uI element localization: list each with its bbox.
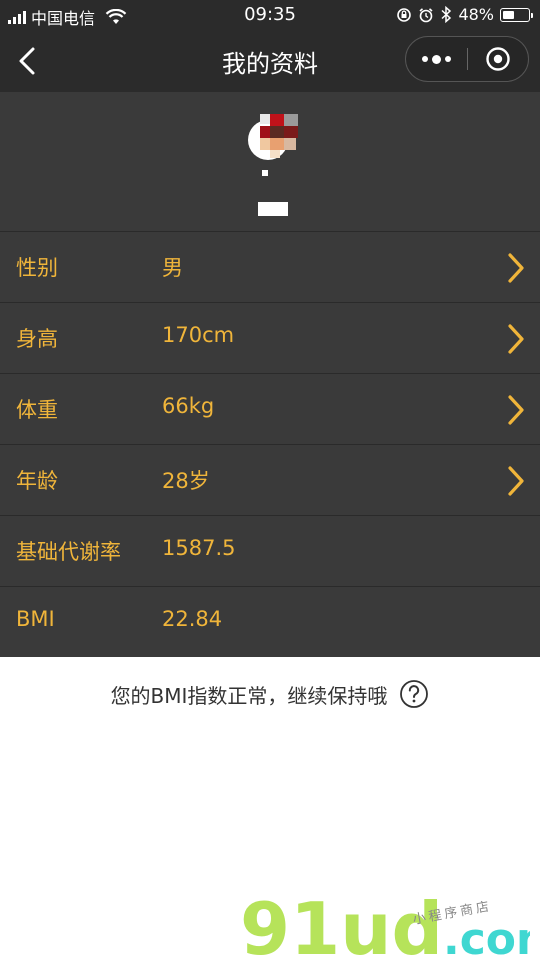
row-value: 66kg [162,394,215,418]
row-label: BMI [16,607,55,631]
back-button[interactable] [14,46,42,76]
profile-panel: 性别 男身高 170cm 体重 66kg 年龄 28岁基础代谢率 1587.5 BMI 22.84 [0,92,540,657]
profile-row[interactable]: 体重 66kg [0,374,540,445]
row-value: 1587.5 [162,536,236,560]
nav-bar: 我的资料 [0,30,540,92]
chevron-right-icon[interactable] [506,394,526,426]
row-label: 年龄 [16,469,58,493]
avatar-dot [262,170,268,176]
profile-header [0,92,540,232]
mini-program-capsule [405,36,529,82]
profile-row[interactable]: 年龄 28岁 [0,445,540,516]
row-label: 体重 [16,398,58,422]
profile-row: 基础代谢率 1587.5 [0,516,540,587]
rotation-lock-icon [397,7,412,22]
chevron-right-icon[interactable] [506,323,526,355]
status-bar: 中国电信 09:35 48% [0,0,540,30]
status-right: 48% [396,5,533,24]
profile-list: 性别 男身高 170cm 体重 66kg 年龄 28岁基础代谢率 1587.5 BMI 22.84 [0,232,540,658]
chevron-right-icon[interactable] [506,252,526,284]
row-label: 性别 [16,256,58,280]
bmi-tip-text: 您的BMI指数正常，继续保持哦 [110,683,388,708]
bmi-tip: 您的BMI指数正常，继续保持哦 [0,676,540,712]
profile-row[interactable]: 性别 男 [0,232,540,303]
row-value: 28岁 [162,469,210,493]
question-circle-icon[interactable] [399,679,429,709]
row-value: 22.84 [162,607,223,631]
avatar[interactable] [244,112,304,164]
more-button[interactable] [406,37,467,81]
row-value: 男 [162,256,183,280]
row-label: 身高 [16,327,58,351]
alarm-icon [419,7,433,22]
battery-percent: 48% [458,5,494,24]
row-label: 基础代谢率 [16,540,121,564]
row-value: 170cm [162,323,235,347]
user-nickname [258,202,288,216]
close-button[interactable] [467,37,528,81]
bluetooth-icon [441,6,452,23]
battery-icon [500,7,533,22]
profile-row: BMI 22.84 [0,587,540,658]
chevron-right-icon[interactable] [506,465,526,497]
profile-row[interactable]: 身高 170cm [0,303,540,374]
target-close-icon [486,47,510,71]
